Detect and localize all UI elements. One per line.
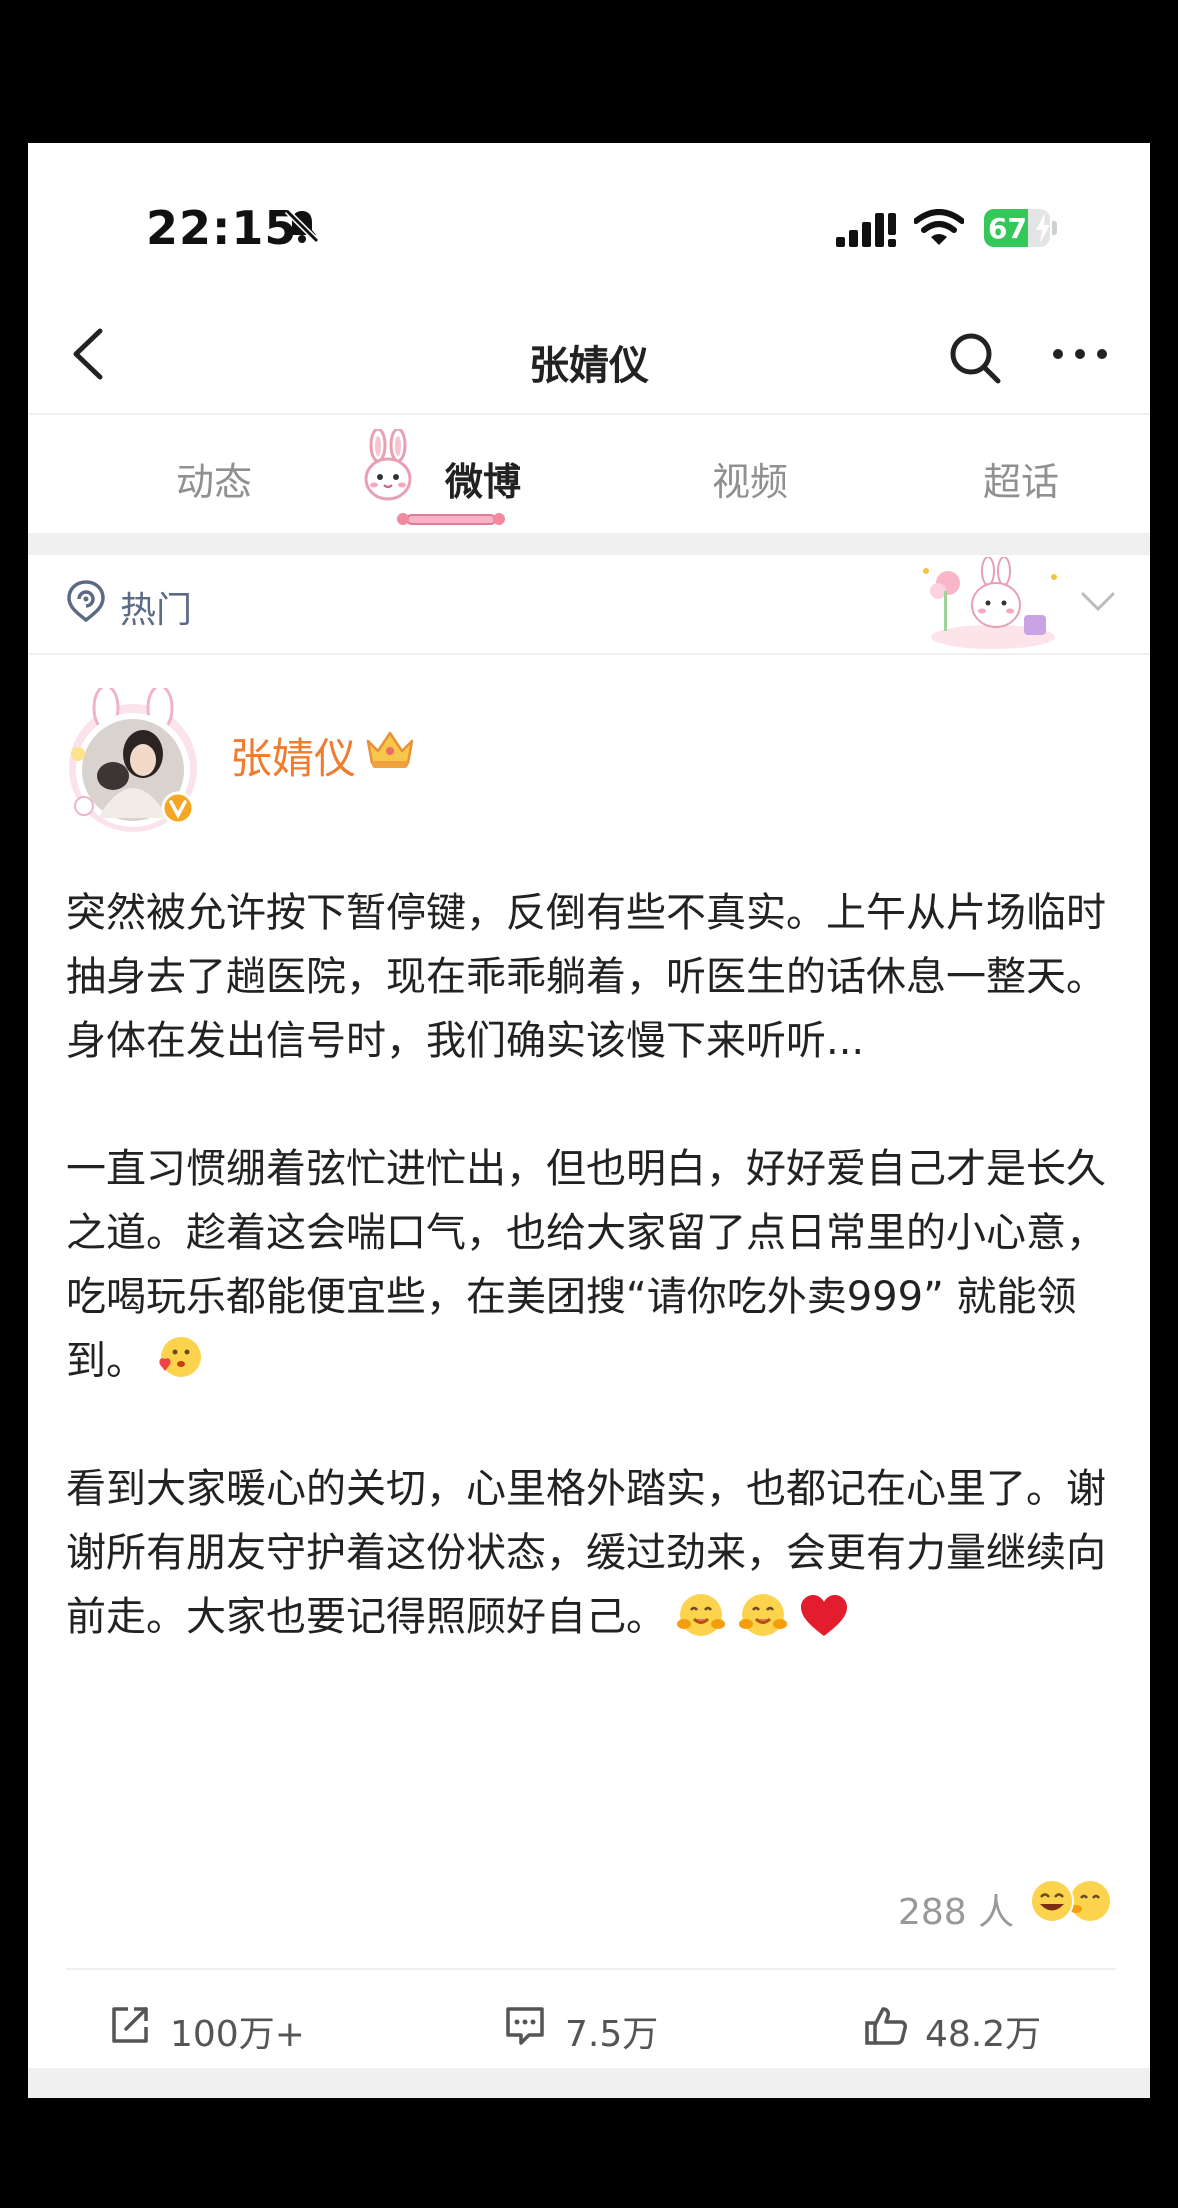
like-count: 48.2万 [925,2014,1042,2055]
hug-emoji-icon [677,1594,725,1636]
battery-percent: 67 [988,212,1027,245]
likers-count[interactable]: 288 人 [898,1883,1014,1935]
hot-filter-icon [67,580,105,623]
status-time: 22:15 [146,201,298,255]
thumbs-up-icon [865,2007,907,2045]
profile-tabs: 动态 微博 视频 超话 [28,417,1150,533]
bell-muted-icon [284,208,320,244]
filter-label: 热门 [120,590,193,631]
repost-icon [112,2007,148,2043]
battery-indicator: 67 [984,209,1058,247]
tab-weibo[interactable]: 微博 [445,451,521,506]
post-paragraph-text: 一直习惯绷着弦忙进忙出，但也明白，好好爱自己才是长久之道。趁着这会喘口气，也给大… [66,1146,1106,1384]
tab-dongtai[interactable]: 动态 [176,451,252,506]
tab-active-indicator [397,513,505,525]
comment-count: 7.5万 [565,2014,659,2055]
wifi-icon [914,209,964,245]
signal-icon [836,213,896,247]
nav-bar: 张婧仪 [28,293,1150,415]
heart-emoji-icon [801,1595,847,1636]
repost-count: 100万+ [170,2014,305,2055]
reaction-emoji-icon[interactable] [1028,1877,1114,1925]
chevron-down-icon[interactable] [1080,591,1116,613]
more-dots-icon[interactable] [1050,329,1110,379]
post-content: 突然被允许按下暂停键，反倒有些不真实。上午从片场临时抽身去了趟医院，现在乖乖躺着… [66,881,1116,1713]
hug-emoji-icon [739,1594,787,1636]
avatar[interactable] [58,688,208,838]
tab-shipin[interactable]: 视频 [712,451,788,506]
status-bar: 22:15 67 [28,143,1150,293]
post-paragraph-text: 看到大家暖心的关切，心里格外踏实，也都记在心里了。谢谢所有朋友守护着这份状态，缓… [66,1466,1106,1640]
section-divider [28,533,1150,555]
search-icon[interactable] [946,329,1004,387]
charging-bolt-icon [1036,213,1050,243]
bottom-divider [28,2068,1150,2098]
bunny-icon [364,429,412,501]
crown-badge-icon[interactable] [362,727,418,771]
post-username[interactable]: 张婧仪 [230,725,356,786]
post-paragraph: 突然被允许按下暂停键，反倒有些不真实。上午从片场临时抽身去了趟医院，现在乖乖躺着… [66,890,1106,1064]
screen: 22:15 67 张婧仪 动态 微博 视频 超话 热门 张婧仪 突然被允许按下暂… [28,143,1150,2098]
bunny-decoration-icon [923,557,1057,649]
post-paragraph: 看到大家暖心的关切，心里格外踏实，也都记在心里了。谢谢所有朋友守护着这份状态，缓… [66,1457,1116,1649]
filter-row[interactable]: 热门 [28,555,1150,655]
comment-icon [506,2007,544,2045]
tab-chaohua[interactable]: 超话 [983,451,1059,506]
action-divider [66,1968,1116,1970]
post-paragraph: 一直习惯绷着弦忙进忙出，但也明白，好好爱自己才是长久之道。趁着这会喘口气，也给大… [66,1137,1116,1393]
kiss-heart-emoji-icon [159,1337,201,1377]
